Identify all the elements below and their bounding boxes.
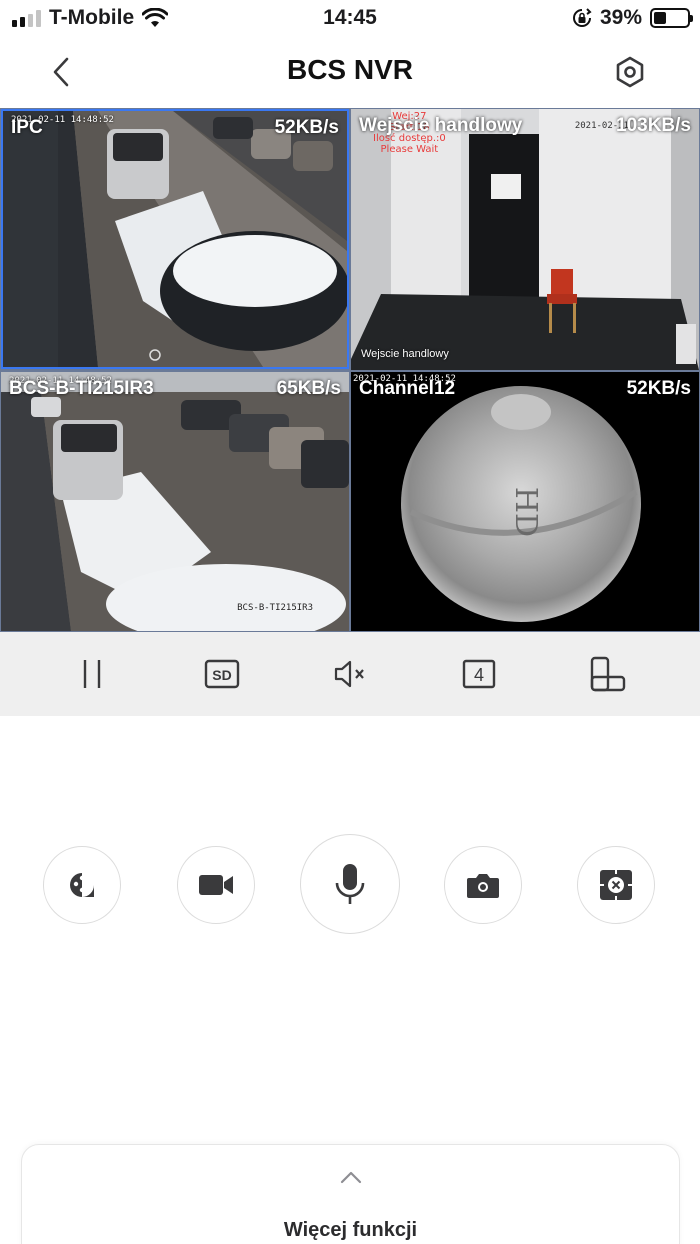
- video-tile-2[interactable]: Wej:27 Start:18 Ilość dostęp.:0 Please W…: [351, 109, 699, 370]
- video-tile-4[interactable]: HD 2021-02-11 14:48:52 Channel12 52KB/s: [351, 372, 699, 631]
- speaker-muted-icon: [334, 660, 364, 688]
- osd-corner-label: BCS-B-TI215IR3: [237, 603, 313, 613]
- record-button[interactable]: [177, 846, 255, 924]
- video-tile-1[interactable]: 2021-02-11 14:48:52 IPC 52KB/s: [1, 109, 349, 369]
- sd-quality-icon: SD: [204, 659, 240, 689]
- camera-feed-parking-2: [1, 372, 349, 631]
- snapshot-button[interactable]: [444, 846, 522, 924]
- fisheye-close-icon: [600, 870, 632, 900]
- channel-name: Channel12: [359, 378, 456, 399]
- split-screen-button[interactable]: 4: [459, 654, 499, 694]
- osd-caption: Wejscie handlowy: [361, 348, 449, 360]
- more-functions-panel[interactable]: Więcej funkcji: [21, 1144, 680, 1244]
- chevron-up-icon[interactable]: [339, 1169, 363, 1185]
- pause-button[interactable]: [72, 654, 112, 694]
- settings-button[interactable]: [612, 54, 648, 90]
- battery-percent: 39%: [599, 6, 642, 29]
- split-4-icon: 4: [462, 659, 496, 689]
- split-label: 4: [474, 665, 484, 685]
- quality-button[interactable]: SD: [202, 654, 242, 694]
- channel-name: Wejscie handlowy: [359, 115, 523, 136]
- page-title: BCS NVR: [286, 54, 413, 85]
- channel-bitrate: 103KB/s: [616, 115, 691, 136]
- overlay-line: Please Wait: [380, 144, 439, 155]
- talk-button[interactable]: [300, 834, 400, 934]
- pause-icon: [83, 660, 101, 688]
- microphone-icon: [335, 864, 365, 904]
- channel-bitrate: 52KB/s: [274, 117, 339, 138]
- status-right: 39%: [572, 6, 693, 30]
- lens-text: HD: [508, 487, 543, 537]
- rotation-lock-icon: [573, 8, 592, 27]
- channel-bitrate: 65KB/s: [276, 378, 341, 399]
- channel-name: BCS-B-TI215IR3: [9, 378, 154, 399]
- video-grid: 2021-02-11 14:48:52 IPC 52KB/s Wej:27 St…: [0, 108, 700, 632]
- camera-icon: [467, 874, 499, 898]
- camera-feed-parking-1: [3, 111, 347, 367]
- status-bar: T-Mobile 14:45 39%: [0, 0, 700, 38]
- channel-bitrate: 52KB/s: [626, 378, 691, 399]
- ptz-dial-icon: [70, 873, 94, 897]
- camera-feed-fisheye: HD: [351, 372, 699, 631]
- playback-controls: SD 4: [0, 632, 700, 716]
- navigation-bar: BCS NVR: [0, 40, 700, 104]
- ptz-button[interactable]: [43, 846, 121, 924]
- action-buttons: [0, 834, 700, 936]
- quality-label: SD: [212, 667, 231, 683]
- channel-name: IPC: [11, 117, 43, 138]
- fisheye-button[interactable]: [577, 846, 655, 924]
- video-tile-3[interactable]: 2021-02-11 14:48:52 BCS-B-TI215IR3 65KB/…: [1, 372, 349, 631]
- more-functions-label: Więcej funkcji: [283, 1219, 418, 1241]
- battery-icon: [650, 8, 693, 28]
- video-camera-icon: [199, 875, 233, 895]
- fullscreen-rotate-button[interactable]: [588, 654, 628, 694]
- rotate-screen-icon: [590, 656, 626, 692]
- mute-button[interactable]: [330, 654, 370, 694]
